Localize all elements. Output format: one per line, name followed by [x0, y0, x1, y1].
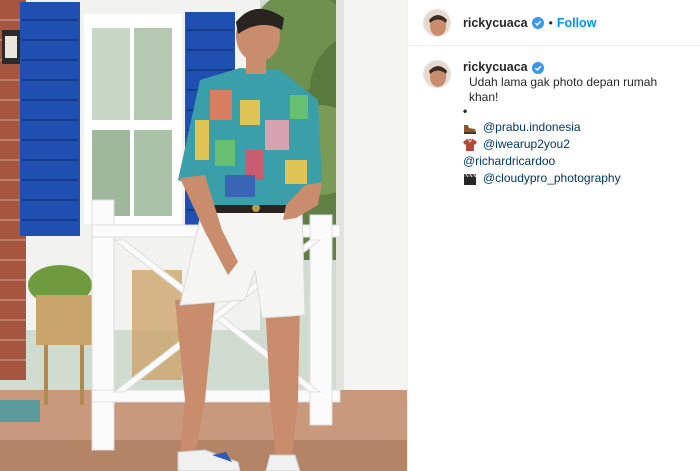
caption-bullet: •	[463, 104, 468, 118]
credit-item: @iwearup2you2	[463, 137, 688, 152]
mention-link[interactable]: @cloudypro_photography	[483, 171, 621, 186]
mention-link[interactable]: @richardricardoo	[463, 154, 555, 169]
caption-verified-badge-icon	[531, 61, 544, 74]
shirt-icon	[463, 138, 477, 151]
caption-body: rickycuaca Udah lama gak photo depan rum…	[463, 60, 688, 186]
post-header: rickycuaca • Follow	[408, 0, 700, 46]
header-separator: •	[548, 15, 553, 30]
credit-item: @prabu.indonesia	[463, 120, 688, 135]
shoe-icon	[463, 122, 477, 134]
follow-button[interactable]: Follow	[557, 16, 597, 30]
mention-link[interactable]: @iwearup2you2	[483, 137, 570, 152]
caption-author-username[interactable]: rickycuaca	[463, 60, 528, 75]
verified-badge-icon	[531, 16, 544, 29]
author-username[interactable]: rickycuaca	[463, 16, 528, 30]
caption-text: Udah lama gak photo depan rumah khan!	[469, 75, 658, 104]
caption-author-avatar[interactable]	[423, 60, 451, 88]
credit-item: @cloudypro_photography	[463, 171, 688, 186]
mention-link[interactable]: @prabu.indonesia	[483, 120, 581, 135]
instagram-post: rickycuaca • Follow rickycuaca Udah lama…	[0, 0, 700, 471]
post-side-panel: rickycuaca • Follow rickycuaca Udah lama…	[407, 0, 700, 471]
clapperboard-icon	[463, 173, 477, 185]
caption-head: rickycuaca Udah lama gak photo depan rum…	[463, 60, 688, 105]
author-avatar[interactable]	[423, 8, 451, 37]
post-caption: rickycuaca Udah lama gak photo depan rum…	[408, 46, 700, 186]
post-photo[interactable]	[0, 0, 407, 471]
credit-item: @richardricardoo	[463, 154, 688, 169]
